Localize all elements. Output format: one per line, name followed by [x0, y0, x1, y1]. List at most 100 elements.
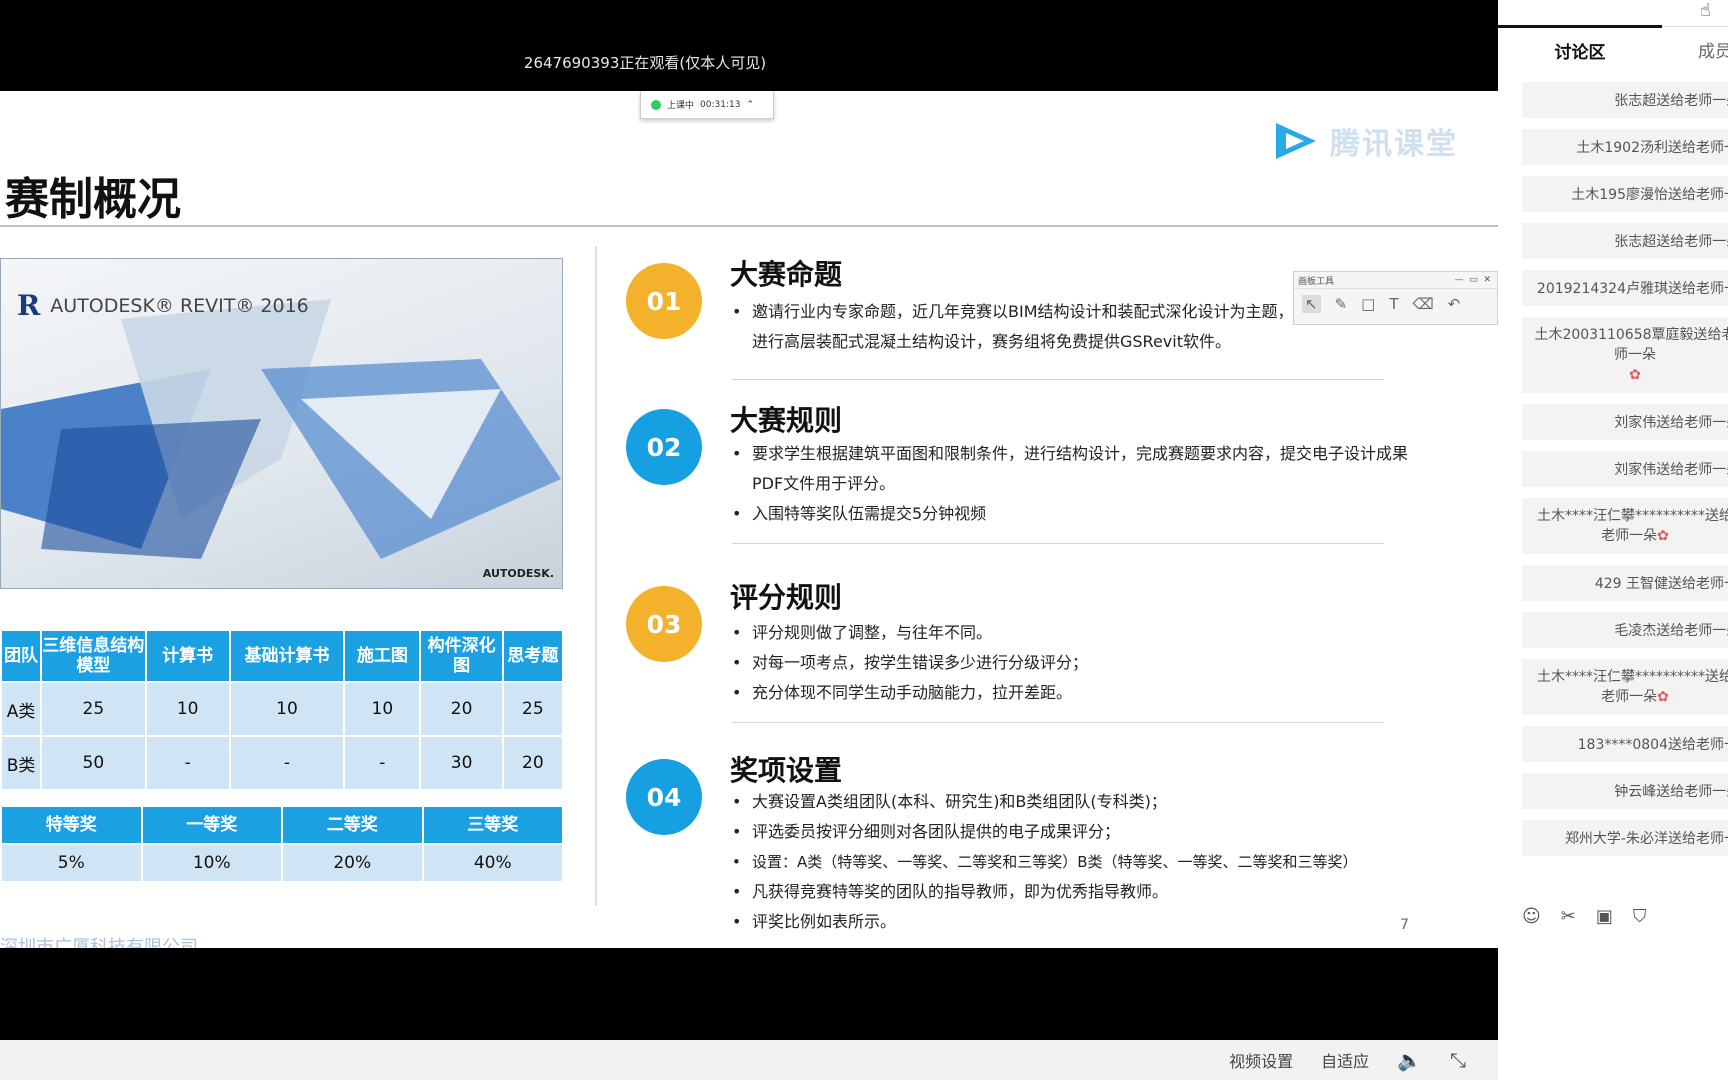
- table-cell: 20%: [281, 843, 424, 883]
- tab-members[interactable]: 成员: [1662, 27, 1728, 76]
- live-dot-icon: [651, 99, 661, 110]
- col-header: 二等奖: [281, 805, 424, 845]
- section-title: 大赛规则: [730, 404, 843, 437]
- class-timer: 00:31:13: [700, 99, 741, 110]
- company-footer: 深圳市广厦科技有限公司: [0, 937, 198, 948]
- title-divider: [0, 225, 1498, 227]
- table-row: 5% 10% 20% 40%: [0, 843, 564, 883]
- list-item: 充分体现不同学生动手动脑能力，拉开差距。: [730, 678, 1430, 708]
- list-item: 评奖比例如表所示。: [730, 907, 1450, 937]
- award-table: 特等奖 一等奖 二等奖 三等奖 5% 10% 20% 40%: [0, 805, 564, 883]
- fit-button[interactable]: 自适应: [1321, 1048, 1369, 1072]
- chat-panel: 讨论区 成员 张志超送给老师一朵✿ 土木1902汤利送给老师一朵 土木195廖漫…: [1498, 0, 1728, 1080]
- tab-discussion[interactable]: 讨论区: [1498, 25, 1662, 76]
- flower-icon: ✿: [1657, 528, 1669, 544]
- class-status-label: 上课中: [667, 101, 695, 111]
- column-divider: [595, 246, 597, 906]
- section-number: 01: [626, 263, 702, 339]
- section-title: 奖项设置: [730, 754, 843, 787]
- table-cell: A类: [0, 681, 43, 737]
- list-item: 429 王智健送给老师一朵: [1522, 565, 1728, 601]
- brand-logo: 腾讯课堂: [1272, 119, 1458, 163]
- table-row: B类 50 - - - 30 20: [0, 735, 565, 791]
- table-cell: -: [343, 735, 422, 791]
- volume-icon[interactable]: 🔈: [1397, 1048, 1422, 1072]
- list-item: 要求学生根据建筑平面图和限制条件，进行结构设计，完成赛题要求内容，提交电子设计成…: [730, 439, 1430, 499]
- list-item: 刘家伟送给老师一朵✿: [1522, 451, 1728, 487]
- table-cell: 40%: [421, 843, 564, 883]
- section-title: 评分规则: [730, 581, 843, 614]
- list-item: 钟云峰送给老师一朵✿: [1522, 773, 1728, 809]
- rectangle-icon[interactable]: □: [1361, 295, 1375, 313]
- list-item: 刘家伟送给老师一朵✿: [1522, 404, 1728, 440]
- col-header: 思考题: [501, 629, 565, 683]
- list-item: 评选委员按评分细则对各团队提供的电子成果评分；: [730, 817, 1450, 847]
- exit-fullscreen-icon[interactable]: ⤡: [1450, 1048, 1466, 1072]
- section-list: 大赛设置A类组团队(本科、研究生)和B类组团队(专科类)； 评选委员按评分细则对…: [730, 787, 1450, 937]
- table-cell: 50: [40, 735, 147, 791]
- image-icon[interactable]: ▣: [1596, 906, 1613, 927]
- shield-icon[interactable]: ⛉: [1633, 906, 1647, 927]
- list-item: 183****0804送给老师一朵: [1522, 726, 1728, 762]
- play-logo-icon: [1276, 123, 1316, 159]
- col-header: 构件深化图: [419, 629, 504, 683]
- score-table: 团队 三维信息结构模型 计算书 基础计算书 施工图 构件深化图 思考题 A类 2…: [0, 629, 565, 791]
- table-cell: 10: [144, 681, 231, 737]
- table-cell: 10: [228, 681, 346, 737]
- text-icon[interactable]: T: [1389, 295, 1398, 313]
- list-item: 郑州大学-朱必洋送给老师一朵: [1522, 820, 1728, 856]
- col-header: 施工图: [343, 629, 422, 683]
- autodesk-mark: AUTODESK.: [482, 567, 554, 580]
- brand-text: 腾讯课堂: [1330, 127, 1458, 162]
- section-divider: [732, 379, 1384, 380]
- list-item: 土木1902汤利送给老师一朵: [1522, 129, 1728, 165]
- section-number: 02: [626, 409, 702, 485]
- chevron-up-icon: ⌃: [746, 99, 754, 110]
- video-stage: 2647690393正在观看(仅本人可见) 上课中 00:31:13 ⌃ 腾讯课…: [0, 0, 1498, 1080]
- undo-icon[interactable]: ↶: [1448, 295, 1461, 313]
- section-number: 03: [626, 586, 702, 662]
- list-item: 土木****汪仁攀**********送给老师一朵✿: [1522, 498, 1728, 554]
- slide: 上课中 00:31:13 ⌃ 腾讯课堂 赛制概况 R AUTODESK® REV…: [0, 91, 1498, 948]
- col-header: 一等奖: [140, 805, 283, 845]
- watch-note: 2647690393正在观看(仅本人可见): [523, 54, 767, 72]
- flower-icon: ✿: [1657, 689, 1669, 705]
- section-list: 评分规则做了调整，与往年不同。 对每一项考点，按学生错误多少进行分级评分； 充分…: [730, 618, 1430, 708]
- scissors-icon[interactable]: ✂: [1561, 906, 1576, 927]
- palette-titlebar[interactable]: 画板工具 — ▭ ✕: [1294, 272, 1497, 289]
- video-settings-button[interactable]: 视频设置: [1229, 1048, 1293, 1072]
- list-item: 设置：A类（特等奖、一等奖、二等奖和三等奖）B类（特等奖、一等奖、二等奖和三等奖…: [730, 847, 1450, 877]
- pointer-icon[interactable]: ↖: [1302, 295, 1321, 313]
- col-header: 特等奖: [0, 805, 143, 845]
- table-cell: 30: [419, 735, 504, 791]
- revit-logo-text: AUTODESK® REVIT® 2016: [50, 294, 309, 317]
- table-cell: 25: [501, 681, 565, 737]
- eraser-icon[interactable]: ⌫: [1413, 295, 1434, 313]
- palette-window-controls: — ▭ ✕: [1454, 275, 1492, 285]
- whiteboard-tools[interactable]: 画板工具 — ▭ ✕ ↖ ✎ □ T ⌫ ↶: [1293, 271, 1498, 325]
- col-header: 三等奖: [421, 805, 564, 845]
- pen-icon[interactable]: ✎: [1335, 295, 1348, 313]
- list-item: 对每一项考点，按学生错误多少进行分级评分；: [730, 648, 1430, 678]
- class-status-pill[interactable]: 上课中 00:31:13 ⌃: [640, 91, 774, 119]
- table-row: A类 25 10 10 10 20 25: [0, 681, 565, 737]
- table-cell: 20: [501, 735, 565, 791]
- emoji-icon[interactable]: ☺: [1522, 906, 1541, 927]
- chat-list: 张志超送给老师一朵✿ 土木1902汤利送给老师一朵 土木195廖漫怡送给老师一朵…: [1522, 82, 1728, 867]
- list-item: 土木****汪仁攀**********送给老师一朵✿: [1522, 659, 1728, 715]
- palette-toolbar: ↖ ✎ □ T ⌫ ↶: [1294, 289, 1497, 313]
- list-item: 2019214324卢雅琪送给老师一朵: [1522, 270, 1728, 306]
- award-table-header: 特等奖 一等奖 二等奖 三等奖: [0, 805, 564, 845]
- table-cell: B类: [0, 735, 43, 791]
- section-divider: [732, 543, 1384, 544]
- list-item: 土木195廖漫怡送给老师一朵: [1522, 176, 1728, 212]
- table-cell: 5%: [0, 843, 143, 883]
- table-cell: 20: [419, 681, 504, 737]
- list-item: 毛凌杰送给老师一朵✿: [1522, 612, 1728, 648]
- chat-tabs: 讨论区 成员: [1498, 25, 1728, 76]
- list-item: 土木2003110658覃庭毅送给老师一朵 ✿: [1522, 317, 1728, 393]
- list-item: 张志超送给老师一朵✿: [1522, 223, 1728, 259]
- list-item: 张志超送给老师一朵✿: [1522, 82, 1728, 118]
- col-header: 三维信息结构模型: [40, 629, 147, 683]
- hand-cursor-icon: ☝: [1700, 0, 1711, 21]
